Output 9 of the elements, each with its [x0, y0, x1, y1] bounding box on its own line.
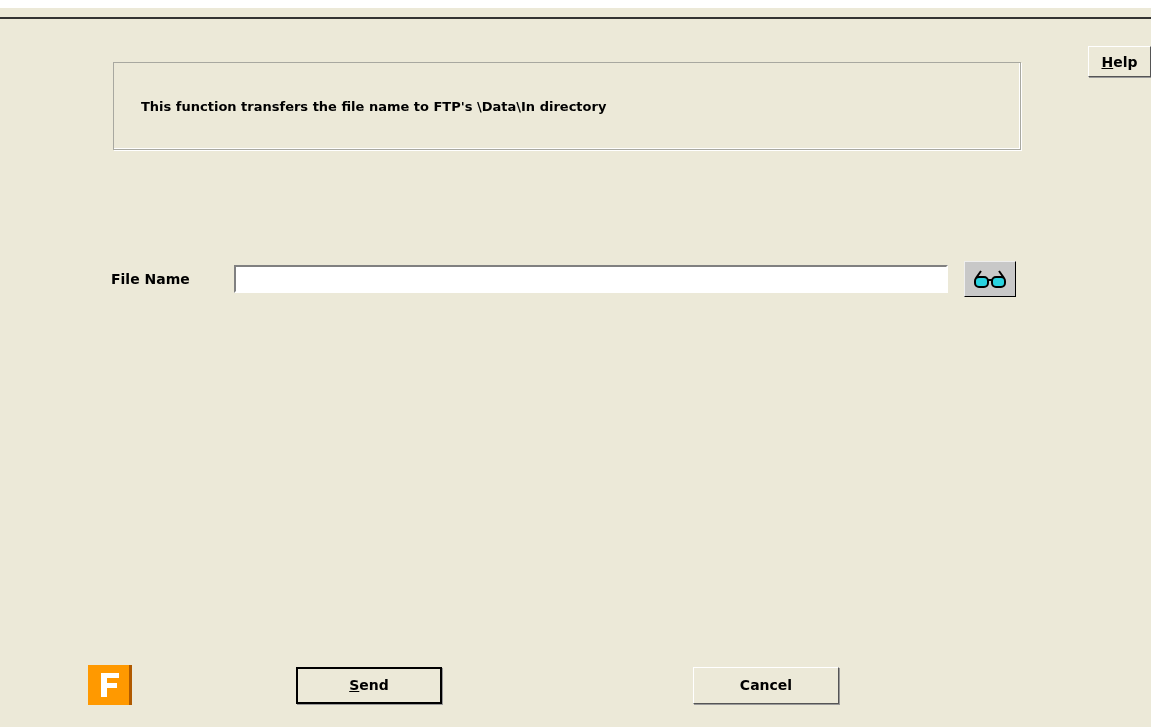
- app-logo-icon: [88, 665, 132, 705]
- file-name-field[interactable]: [234, 265, 948, 293]
- help-button[interactable]: Help: [1088, 46, 1151, 77]
- field-label: File Name: [111, 271, 191, 287]
- send-button[interactable]: Send: [296, 666, 442, 704]
- glasses-icon: [973, 269, 1007, 289]
- info-text: This function transfers the file name to FTP's \Data\In directory: [141, 98, 607, 114]
- cancel-button[interactable]: Cancel: [693, 666, 839, 704]
- browse-button[interactable]: [964, 261, 1016, 297]
